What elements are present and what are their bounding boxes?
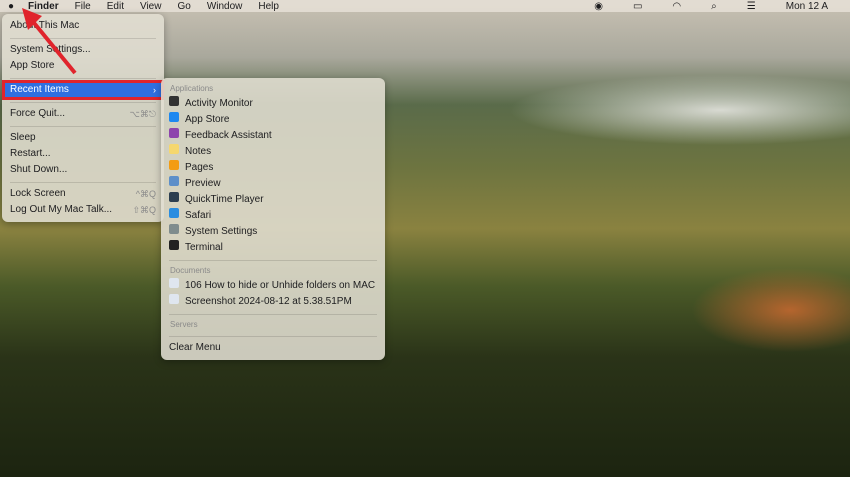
menu-item-sleep[interactable]: Sleep (2, 130, 164, 146)
recent-item[interactable]: Feedback Assistant (161, 128, 385, 144)
recent-item-label: Feedback Assistant (185, 130, 272, 141)
menu-separator (169, 313, 377, 315)
recent-item-label: Terminal (185, 242, 223, 253)
shortcut: ^⌘Q (135, 189, 156, 199)
app-icon (169, 144, 179, 154)
menu-separator (10, 181, 156, 183)
app-icon (169, 208, 179, 218)
recent-item[interactable]: Safari (161, 208, 385, 224)
menu-go[interactable]: Go (177, 1, 190, 12)
recent-item-label: Safari (185, 210, 212, 221)
menu-item-label: Shut Down... (10, 164, 68, 175)
recent-item[interactable]: QuickTime Player (161, 192, 385, 208)
menu-view[interactable]: View (140, 1, 162, 12)
app-icon (169, 96, 179, 106)
menu-item-label: Log Out My Mac Talk... (10, 204, 113, 215)
app-icon (169, 128, 179, 138)
recent-item-label: Pages (185, 162, 214, 173)
section-header: Servers (170, 320, 198, 329)
menu-item-label: Restart... (10, 148, 51, 159)
recent-item-label: App Store (185, 114, 230, 125)
recent-item[interactable]: 106 How to hide or Unhide folders on MAC (161, 278, 385, 294)
search-icon[interactable]: ⌕ (711, 1, 717, 12)
recent-item-label: Clear Menu (169, 342, 221, 353)
clear-menu-button[interactable]: Clear Menu (161, 340, 385, 356)
menu-item-label: Sleep (10, 132, 36, 143)
shortcut: › (153, 85, 156, 95)
menu-window[interactable]: Window (207, 1, 243, 12)
recent-item[interactable]: Pages (161, 160, 385, 176)
recent-item-label: Screenshot 2024-08-12 at 5.38.51PM (185, 296, 352, 307)
app-icon (169, 112, 179, 122)
clock[interactable]: Mon 12 A (786, 1, 828, 12)
app-icon (169, 192, 179, 202)
control-center-icon[interactable]: ☰ (747, 1, 756, 12)
menu-item-log-out-my-mac-talk[interactable]: Log Out My Mac Talk... ⇧⌘Q (2, 202, 164, 218)
menu-item-restart[interactable]: Restart... (2, 146, 164, 162)
recent-item[interactable]: App Store (161, 112, 385, 128)
recent-item[interactable]: Screenshot 2024-08-12 at 5.38.51PM (161, 294, 385, 310)
app-icon (169, 176, 179, 186)
menu-item-label: Force Quit... (10, 108, 66, 119)
menu-item-force-quit[interactable]: Force Quit... ⌥⌘⎋ (2, 106, 164, 122)
shortcut: ⇧⌘Q (132, 205, 156, 215)
recent-items-submenu: Applications Activity Monitor App Store Fee… (161, 78, 385, 360)
app-icon (169, 240, 179, 250)
recent-item-label: Activity Monitor (185, 98, 253, 109)
document-icon (169, 294, 179, 304)
menu-item-label: Lock Screen (10, 188, 66, 199)
menu-item-shut-down[interactable]: Shut Down... (2, 162, 164, 178)
menu-item-recent-items[interactable]: Recent Items › (2, 80, 164, 100)
record-icon[interactable]: ◉ (594, 1, 603, 12)
app-icon (169, 224, 179, 234)
battery-icon[interactable]: ▭ (633, 1, 642, 12)
app-icon (169, 160, 179, 170)
menu-bar: ● Finder File Edit View Go Window Help ◉… (0, 0, 850, 12)
shortcut: ⌥⌘⎋ (129, 109, 157, 119)
recent-item[interactable]: Terminal (161, 240, 385, 256)
recent-item-label: 106 How to hide or Unhide folders on MAC (185, 280, 376, 291)
menu-separator (169, 259, 377, 261)
menu-item-lock-screen[interactable]: Lock Screen ^⌘Q (2, 186, 164, 202)
recent-item[interactable]: Notes (161, 144, 385, 160)
wifi-icon[interactable]: ◠ (672, 1, 681, 12)
menu-item-label: Recent Items (10, 84, 69, 95)
menu-help[interactable]: Help (258, 1, 279, 12)
menu-separator (169, 335, 377, 337)
recent-item-label: Preview (185, 178, 221, 189)
menu-separator (10, 101, 156, 103)
annotation-arrow (22, 8, 77, 75)
recent-item-label: Notes (185, 146, 212, 157)
section-header: Applications (170, 84, 214, 93)
recent-item-label: QuickTime Player (185, 194, 264, 205)
menu-separator (10, 125, 156, 127)
document-icon (169, 278, 179, 288)
apple-menu-icon[interactable]: ● (8, 1, 14, 12)
recent-item[interactable]: Activity Monitor (161, 96, 385, 112)
menu-edit[interactable]: Edit (107, 1, 124, 12)
section-header: Documents (170, 266, 211, 275)
recent-item[interactable]: System Settings (161, 224, 385, 240)
recent-item[interactable]: Preview (161, 176, 385, 192)
recent-item-label: System Settings (185, 226, 258, 237)
